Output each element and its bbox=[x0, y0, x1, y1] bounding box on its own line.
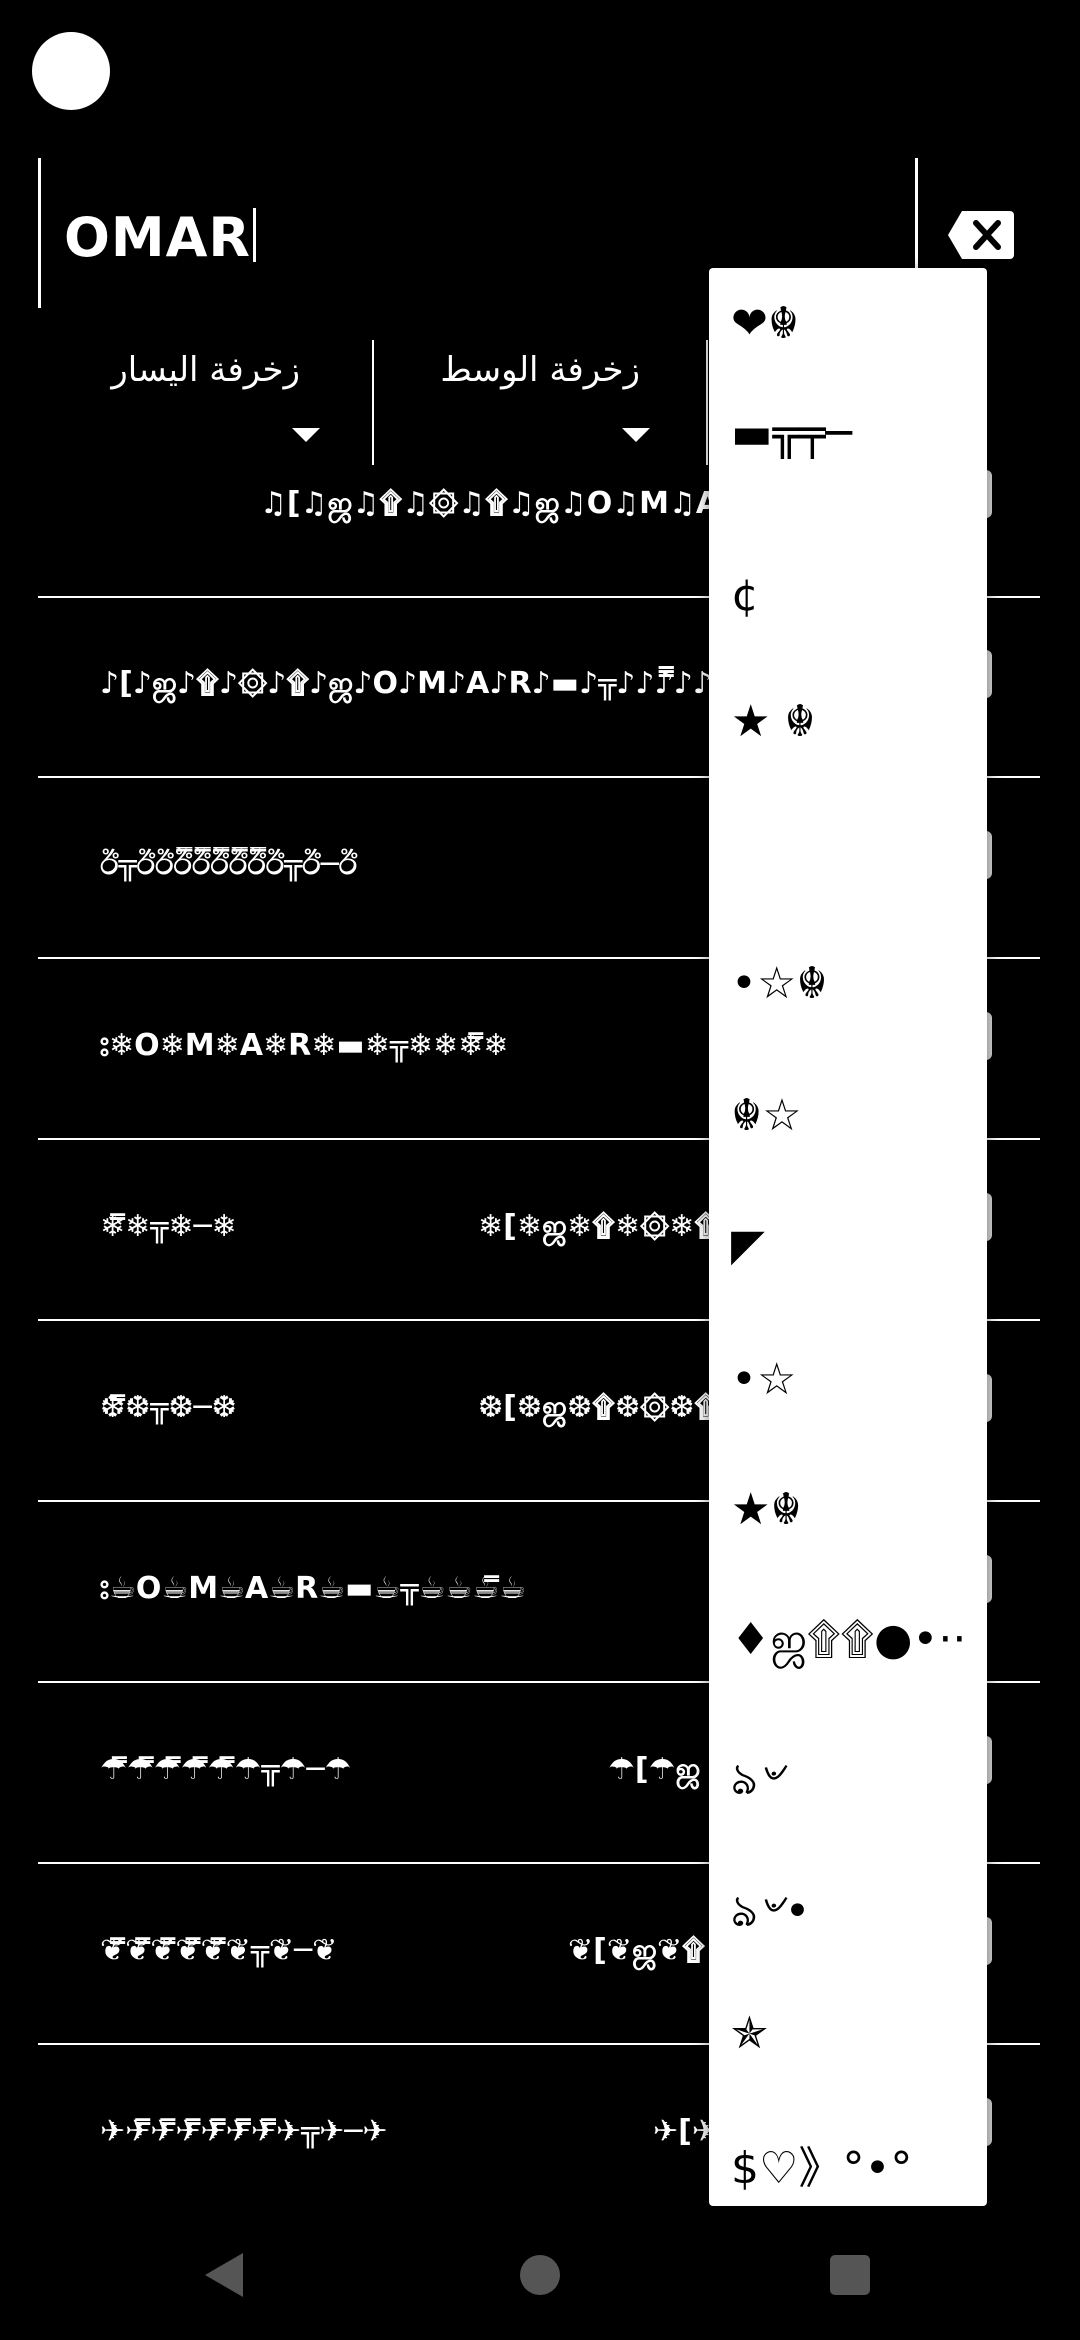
result-text: ⦂❄O❄M❄A❄R❄▬❄╦❄❄❄̿❄ bbox=[100, 1028, 509, 1063]
result-text: ❦̿❦̿❦̿❦̿❦̿❦╦❦─❦ bbox=[100, 1933, 338, 1968]
popup-option[interactable]: ◤ bbox=[731, 1220, 981, 1271]
text-caret bbox=[253, 208, 257, 262]
system-navigation-bar bbox=[0, 2205, 1080, 2340]
popup-option[interactable]: ▬╦╤─ bbox=[731, 408, 981, 459]
result-text: ☂̿☂̿☂̿☂̿☂̿☂╦☂─☂ bbox=[100, 1752, 352, 1787]
recents-icon[interactable] bbox=[830, 2255, 870, 2295]
result-text-part: ❆[❆ஜ❆۩❆۞❆۩ bbox=[478, 1390, 718, 1425]
decoration-options-popup: ❤☬ ▬╦╤─ ¢ ★ ☬ •☆☬ ☬☆ ◤ •☆ ★☬ ♦ஜ۩۩●•·· ঌ৺… bbox=[709, 268, 987, 2206]
popup-option[interactable]: •☆☬ bbox=[731, 958, 981, 1009]
popup-option[interactable]: ☬☆ bbox=[731, 1090, 981, 1141]
popup-option[interactable]: $♡》°•° bbox=[731, 2132, 981, 2196]
name-input[interactable]: OMAR bbox=[64, 206, 257, 269]
middle-decoration-label: زخرفة الوسط bbox=[440, 350, 640, 390]
app-screen: OMAR زخرفة اليسار زخرفة الوسط ♫[♫ஜ♫۩♫۞♫۩… bbox=[0, 0, 1080, 2340]
result-text: ✈✈̿✈̿✈̿✈̿✈̿✈̿✈╦✈─✈ bbox=[100, 2114, 388, 2149]
popup-option[interactable]: ★☬ bbox=[731, 1484, 981, 1535]
left-decoration-label: زخرفة اليسار bbox=[111, 350, 300, 390]
result-text: ♪[♪ஜ♪۩♪۞♪۩♪ஜ♪O♪M♪A♪R♪▬♪╦♪♪♪̿̿̿♪♪♪♪╦ bbox=[100, 666, 750, 701]
name-input-value: OMAR bbox=[64, 206, 252, 269]
result-text: ❆̿❆╦❆─❆ bbox=[100, 1390, 237, 1425]
popup-option[interactable]: ঌ৺ bbox=[731, 1746, 981, 1819]
result-text: ඊ╦ඊඊඊ̿ඊ̿ඊ̿ඊ̿ඊ̿ඊ╦ඊ─ඊ bbox=[100, 847, 358, 882]
popup-option[interactable]: •☆ bbox=[731, 1354, 981, 1405]
popup-option[interactable]: ❤☬ bbox=[731, 298, 981, 349]
clear-text-button[interactable] bbox=[948, 211, 1014, 259]
popup-option[interactable]: ♦ஜ۩۩●•·· bbox=[731, 1614, 981, 1671]
camera-cutout bbox=[32, 32, 110, 110]
popup-option[interactable]: ★ ☬ bbox=[731, 696, 981, 747]
result-text-part: ❄[❄ஜ❄۩❄۞❄۩ bbox=[478, 1209, 718, 1244]
home-icon[interactable] bbox=[520, 2255, 560, 2295]
popup-option[interactable]: ¢ bbox=[731, 570, 981, 621]
result-text: ❄̿❄╦❄─❄ bbox=[100, 1209, 237, 1244]
back-icon[interactable] bbox=[205, 2253, 243, 2297]
input-left-border bbox=[38, 158, 41, 308]
popup-option[interactable]: ঌ৺• bbox=[731, 1878, 981, 1951]
popup-option[interactable]: ✯ bbox=[731, 2008, 981, 2059]
backspace-clear-icon bbox=[948, 211, 1014, 259]
result-text: ⦂☕O☕M☕A☕R☕▬☕╦☕☕☕̿☕ bbox=[100, 1571, 527, 1606]
